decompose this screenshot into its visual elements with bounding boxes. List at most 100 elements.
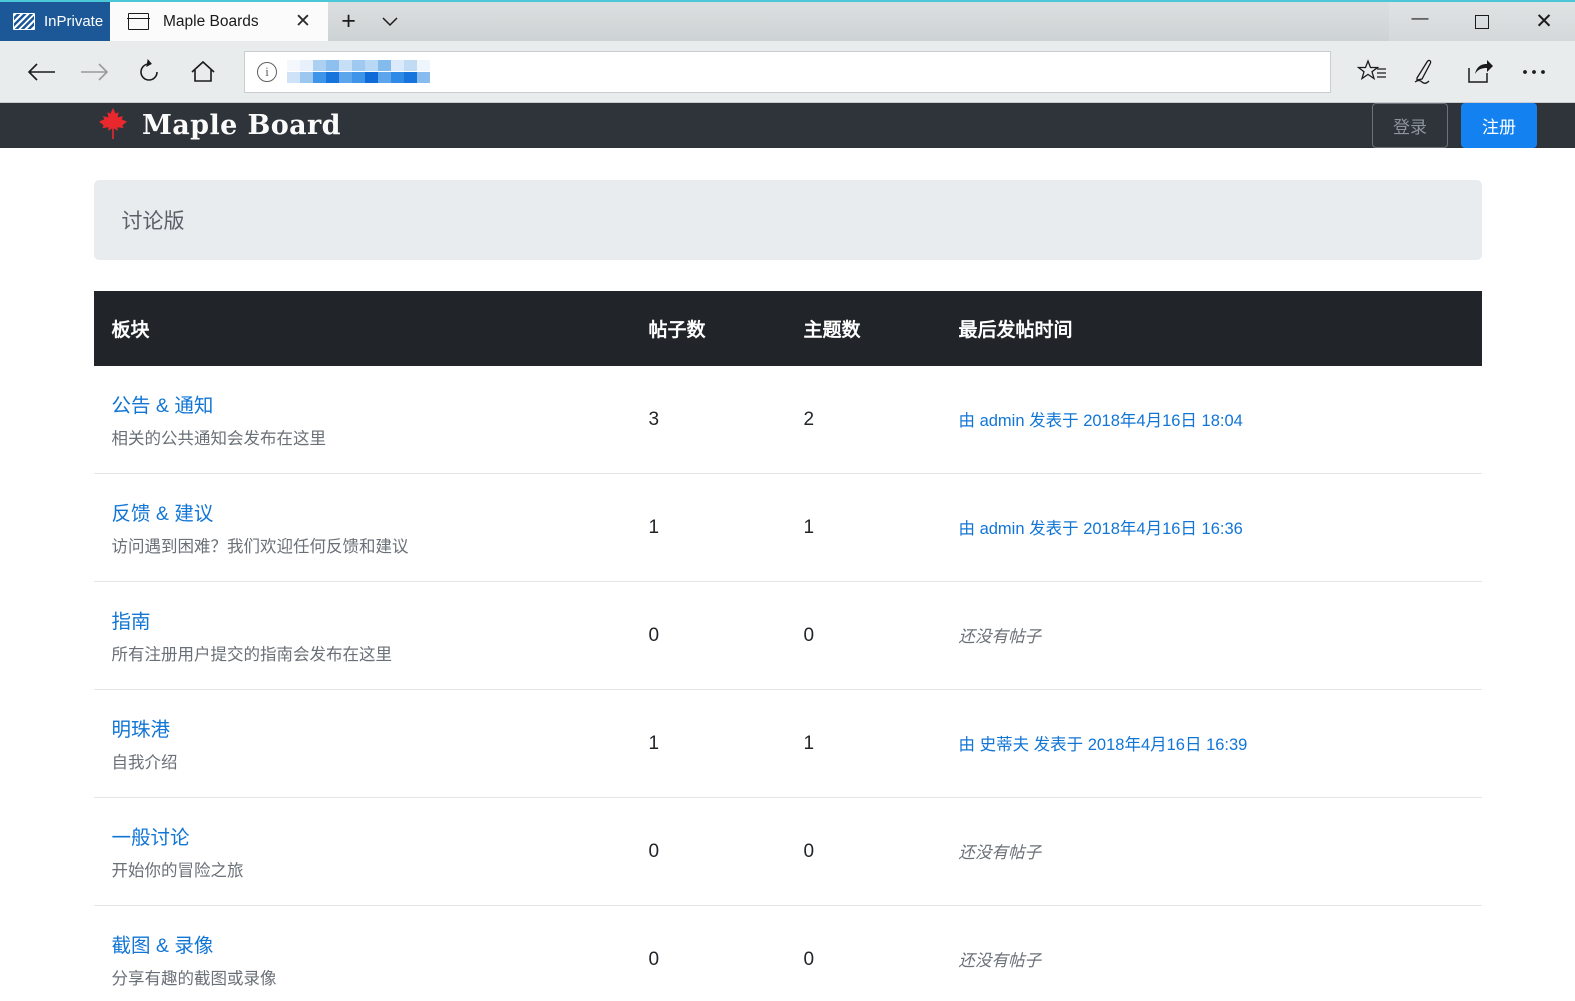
- maple-leaf-icon: [98, 107, 128, 145]
- cell-topics: 0: [803, 948, 815, 970]
- web-page: Maple Board 登录 注册 讨论版 板块 帖子数 主题数 最后发帖时间 …: [0, 103, 1575, 1001]
- last-post-link[interactable]: 由 admin 发表于 2018年4月16日 18:04: [959, 412, 1243, 430]
- home-icon: [191, 60, 215, 82]
- star-favorites-icon: [1357, 58, 1386, 80]
- browser-toolbar: i: [0, 41, 1575, 103]
- column-header-last-post: 最后发帖时间: [958, 291, 1482, 366]
- chevron-down-icon[interactable]: [369, 2, 410, 41]
- board-description: 所有注册用户提交的指南会发布在这里: [111, 646, 393, 664]
- board-link[interactable]: 指南: [112, 605, 649, 634]
- forward-arrow-icon: [81, 62, 109, 81]
- cell-board: 明珠港 自我介绍: [93, 689, 649, 798]
- last-post-link[interactable]: 由 史蒂夫 发表于 2018年4月16日 16:39: [959, 736, 1248, 754]
- cell-topics: 0: [803, 581, 959, 690]
- share-button[interactable]: [1453, 45, 1507, 99]
- tab-maple-boards[interactable]: Maple Boards ✕: [110, 2, 328, 41]
- browser-window: InPrivate Maple Boards ✕ + — ✕ i Maple B…: [0, 0, 1575, 1001]
- forward-button[interactable]: [68, 45, 122, 99]
- board-link[interactable]: 明珠港: [112, 713, 649, 742]
- cell-topics: 2: [803, 366, 959, 474]
- cell-posts: 3: [648, 366, 804, 474]
- cell-posts: 1: [648, 473, 804, 582]
- refresh-icon: [140, 58, 158, 81]
- cell-last-post: 由 史蒂夫 发表于 2018年4月16日 16:39: [958, 689, 1482, 798]
- board-link[interactable]: 截图 & 录像: [112, 929, 649, 958]
- boards-table: 板块 帖子数 主题数 最后发帖时间 公告 & 通知 相关的公共通知会发布在这里 3 2…: [93, 291, 1482, 1001]
- board-description: 分享有趣的截图或录像: [111, 970, 277, 988]
- inprivate-icon: [13, 13, 35, 30]
- favorites-button[interactable]: [1345, 45, 1399, 99]
- address-bar[interactable]: i: [244, 50, 1331, 93]
- board-description: 开始你的冒险之旅: [111, 862, 244, 880]
- inprivate-badge: InPrivate: [0, 2, 110, 41]
- pen-note-icon: [1414, 59, 1432, 84]
- toolbar-actions: [1345, 45, 1561, 99]
- site-header: Maple Board 登录 注册: [0, 103, 1575, 148]
- window-close-button[interactable]: ✕: [1513, 2, 1575, 41]
- cell-last-post: 还没有帖子: [958, 581, 1482, 690]
- header-buttons: 登录 注册: [1372, 103, 1537, 148]
- ellipsis-icon: [1523, 69, 1545, 74]
- back-arrow-icon: [27, 62, 55, 81]
- column-header-posts: 帖子数: [648, 291, 804, 366]
- cell-last-post: 由 admin 发表于 2018年4月16日 16:36: [958, 473, 1482, 582]
- tab-title: Maple Boards: [163, 12, 259, 30]
- board-link[interactable]: 公告 & 通知: [112, 389, 649, 418]
- table-row: 一般讨论 开始你的冒险之旅 0 0 还没有帖子: [93, 797, 1482, 906]
- table-row: 截图 & 录像分享有趣的截图或录像 0 0 还没有帖子: [94, 906, 1482, 1001]
- url-redaction-row: [287, 72, 430, 83]
- url-redaction-row: [287, 60, 430, 71]
- web-note-button[interactable]: [1399, 45, 1453, 99]
- cell-topics: 1: [803, 473, 959, 582]
- cell-topics: 0: [803, 797, 959, 906]
- register-button[interactable]: 注册: [1461, 103, 1537, 148]
- cell-posts: 0: [648, 581, 804, 690]
- cell-posts: 0: [648, 948, 660, 970]
- no-post-text: 还没有帖子: [958, 952, 1042, 970]
- close-icon[interactable]: ✕: [290, 9, 316, 35]
- board-description: 访问遇到困难？我们欢迎任何反馈和建议: [111, 538, 409, 556]
- cell-last-post: 还没有帖子: [958, 797, 1482, 906]
- tab-strip: Maple Boards ✕ +: [110, 2, 1389, 41]
- table-row: 公告 & 通知 相关的公共通知会发布在这里 3 2 由 admin 发表于 2018年4…: [93, 366, 1482, 474]
- tabstrip-empty-area: [410, 2, 1389, 41]
- cell-board: 一般讨论开始你的冒险之旅: [93, 797, 649, 906]
- no-post-text: 还没有帖子: [958, 628, 1042, 646]
- cell-board: 公告 & 通知 相关的公共通知会发布在这里: [93, 366, 649, 474]
- page-title: 讨论版: [93, 180, 1482, 260]
- no-post-text: 还没有帖子: [958, 844, 1042, 862]
- back-button[interactable]: [14, 45, 68, 99]
- board-link[interactable]: 反馈 & 建议: [112, 497, 649, 526]
- home-button[interactable]: [176, 45, 230, 99]
- cell-posts: 0: [648, 797, 804, 906]
- refresh-button[interactable]: [122, 45, 176, 99]
- site-info-icon[interactable]: i: [257, 61, 277, 82]
- cell-board: 反馈 & 建议访问遇到困难？我们欢迎任何反馈和建议: [93, 473, 649, 582]
- column-header-board: 板块: [93, 291, 649, 366]
- cell-board: 指南所有注册用户提交的指南会发布在这里: [93, 581, 649, 690]
- inprivate-label: InPrivate: [44, 13, 104, 30]
- page-container: 讨论版 板块 帖子数 主题数 最后发帖时间 公告 & 通知 相关的公共通知会发布在…: [93, 148, 1482, 1001]
- cell-last-post: 还没有帖子: [959, 906, 1482, 1001]
- table-row: 指南 所有注册用户提交的指南会发布在这里 0 0 还没有帖子: [93, 581, 1482, 690]
- cell-posts: 1: [648, 689, 804, 798]
- cell-last-post: 由 admin 发表于 2018年4月16日 18:04: [958, 366, 1482, 474]
- maximize-icon: [1475, 14, 1489, 29]
- maximize-button[interactable]: [1451, 2, 1513, 41]
- url-input[interactable]: [287, 60, 430, 83]
- table-head: 板块 帖子数 主题数 最后发帖时间: [93, 291, 1482, 366]
- minimize-button[interactable]: —: [1389, 2, 1451, 41]
- window-controls: — ✕: [1389, 2, 1575, 41]
- login-button[interactable]: 登录: [1372, 103, 1448, 148]
- table-row: 反馈 & 建议 访问遇到困难？我们欢迎任何反馈和建议 1 1 由 admin 发表于 2…: [93, 473, 1482, 582]
- table-row: 明珠港 自我介绍 1 1 由 史蒂夫 发表于 2018年4月16日 16:39: [93, 689, 1482, 798]
- more-settings-button[interactable]: [1507, 45, 1561, 99]
- cell-topics: 1: [803, 689, 959, 798]
- last-post-link[interactable]: 由 admin 发表于 2018年4月16日 16:36: [959, 520, 1243, 538]
- board-description: 自我介绍: [111, 754, 178, 772]
- site-brand[interactable]: Maple Board: [98, 107, 341, 145]
- table-body: 公告 & 通知 相关的公共通知会发布在这里 3 2 由 admin 发表于 2018年4…: [93, 366, 1482, 1001]
- new-tab-button[interactable]: +: [328, 2, 369, 41]
- table-header-row: 板块 帖子数 主题数 最后发帖时间: [93, 291, 1482, 366]
- board-link[interactable]: 一般讨论: [112, 821, 649, 850]
